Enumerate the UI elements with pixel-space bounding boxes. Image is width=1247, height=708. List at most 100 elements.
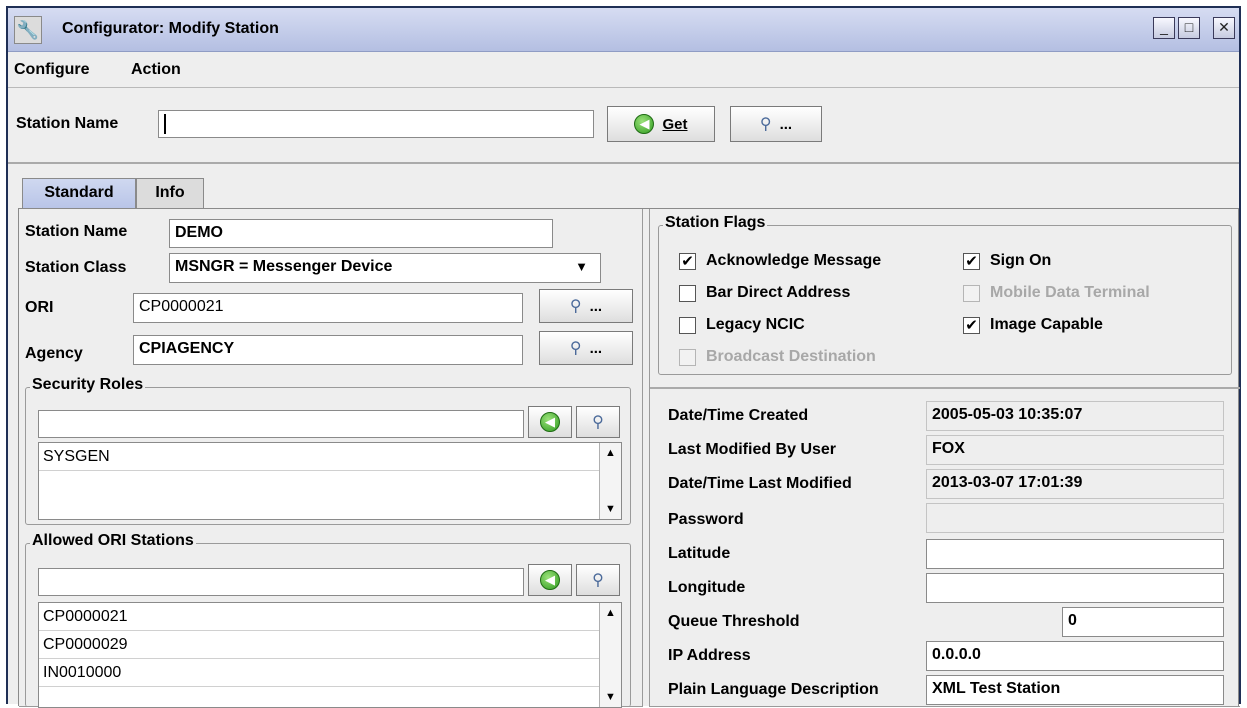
window-title: Configurator: Modify Station — [62, 20, 279, 37]
agency-lookup-button[interactable]: ⚲ ... — [539, 331, 633, 365]
date-created-value: 2005-05-03 10:35:07 — [926, 401, 1224, 431]
allowed-ori-stations-group: Allowed ORI Stations ◀ ⚲ CP0000021 CP000… — [25, 532, 631, 708]
sign-on-checkbox[interactable]: ✔ Sign On — [963, 252, 1051, 270]
password-field — [926, 503, 1224, 533]
longitude-label: Longitude — [668, 579, 746, 596]
tab-info[interactable]: Info — [136, 178, 204, 208]
lookup-button-label: ... — [589, 297, 603, 315]
add-allowed-ori-button[interactable]: ◀ — [528, 564, 572, 596]
binoculars-icon: ⚲ — [592, 414, 604, 431]
last-modified-by-value: FOX — [926, 435, 1224, 465]
security-roles-title: Security Roles — [30, 376, 146, 394]
station-name-label: Station Name — [16, 115, 119, 132]
station-name-search-input[interactable] — [158, 110, 594, 138]
lookup-button-label: ... — [589, 339, 603, 357]
ip-address-label: IP Address — [668, 647, 751, 664]
station-name-field[interactable]: DEMO — [169, 219, 553, 248]
left-pane: Station Name DEMO Station Class MSNGR = … — [19, 209, 643, 708]
checkmark-icon: ✔ — [963, 252, 980, 270]
allowed-ori-list[interactable]: CP0000021 CP0000029 IN0010000 ▲ ▼ — [38, 602, 622, 708]
standard-tab-panel: Station Name DEMO Station Class MSNGR = … — [18, 208, 1240, 708]
scroll-down-icon[interactable]: ▼ — [600, 691, 621, 703]
maximize-icon[interactable]: □ — [1178, 17, 1200, 39]
list-item[interactable]: CP0000029 — [39, 631, 599, 659]
list-item[interactable]: IN0010000 — [39, 659, 599, 687]
security-roles-scrollbar[interactable]: ▲ ▼ — [599, 443, 621, 519]
scroll-up-icon[interactable]: ▲ — [600, 607, 621, 619]
station-name-field-label: Station Name — [25, 223, 128, 240]
add-security-role-button[interactable]: ◀ — [528, 406, 572, 438]
menu-configure[interactable]: Configure — [14, 61, 90, 79]
section-divider — [650, 387, 1240, 389]
security-roles-list[interactable]: SYSGEN ▲ ▼ — [38, 442, 622, 520]
binoculars-icon: ⚲ — [592, 572, 604, 589]
station-class-label: Station Class — [25, 259, 127, 276]
image-capable-label: Image Capable — [990, 316, 1103, 333]
description-label: Plain Language Description — [668, 681, 879, 698]
station-class-select[interactable]: MSNGR = Messenger Device ▼ — [169, 253, 601, 283]
checkbox-empty — [963, 284, 980, 302]
title-bar[interactable]: 🔧 Configurator: Modify Station _ □ ✕ — [8, 8, 1239, 52]
latitude-field[interactable] — [926, 539, 1224, 569]
tab-standard[interactable]: Standard — [22, 178, 136, 208]
checkmark-icon: ✔ — [679, 252, 696, 270]
security-role-input[interactable] — [38, 410, 524, 438]
longitude-field[interactable] — [926, 573, 1224, 603]
broadcast-destination-checkbox: Broadcast Destination — [679, 348, 876, 366]
station-class-value: MSNGR = Messenger Device — [175, 258, 393, 275]
latitude-label: Latitude — [668, 545, 731, 562]
lookup-security-role-button[interactable]: ⚲ — [576, 406, 620, 438]
menu-action[interactable]: Action — [131, 61, 181, 79]
scroll-up-icon[interactable]: ▲ — [600, 447, 621, 459]
acknowledge-message-label: Acknowledge Message — [706, 252, 882, 269]
scroll-down-icon[interactable]: ▼ — [600, 503, 621, 515]
password-label: Password — [668, 511, 744, 528]
bar-direct-address-checkbox[interactable]: Bar Direct Address — [679, 284, 850, 302]
lookup-button-label: ... — [779, 115, 793, 133]
queue-threshold-label: Queue Threshold — [668, 613, 800, 630]
checkmark-icon: ✔ — [963, 316, 980, 334]
get-button[interactable]: ◀ Get — [607, 106, 715, 142]
list-item[interactable]: CP0000021 — [39, 603, 599, 631]
right-pane: Station Flags ✔ Acknowledge Message ✔ Si… — [649, 209, 1240, 707]
last-modified-by-label: Last Modified By User — [668, 441, 837, 458]
wrench-icon: 🔧 — [14, 16, 42, 44]
sign-on-label: Sign On — [990, 252, 1052, 269]
allowed-ori-input[interactable] — [38, 568, 524, 596]
station-flags-title: Station Flags — [663, 214, 768, 232]
station-lookup-button[interactable]: ⚲ ... — [730, 106, 822, 142]
allowed-ori-scrollbar[interactable]: ▲ ▼ — [599, 603, 621, 707]
description-field[interactable]: XML Test Station — [926, 675, 1224, 705]
date-last-modified-value: 2013-03-07 17:01:39 — [926, 469, 1224, 499]
ip-address-field[interactable]: 0.0.0.0 — [926, 641, 1224, 671]
image-capable-checkbox[interactable]: ✔ Image Capable — [963, 316, 1103, 334]
binoculars-icon: ⚲ — [569, 298, 582, 315]
date-created-label: Date/Time Created — [668, 407, 809, 424]
broadcast-destination-label: Broadcast Destination — [706, 348, 876, 365]
ori-lookup-button[interactable]: ⚲ ... — [539, 289, 633, 323]
close-icon[interactable]: ✕ — [1213, 17, 1235, 39]
binoculars-icon: ⚲ — [759, 116, 772, 133]
agency-label: Agency — [25, 345, 83, 362]
mobile-data-terminal-checkbox: Mobile Data Terminal — [963, 284, 1150, 302]
legacy-ncic-checkbox[interactable]: Legacy NCIC — [679, 316, 805, 334]
checkbox-empty — [679, 284, 696, 302]
text-caret — [164, 113, 166, 134]
checkbox-empty — [679, 316, 696, 334]
menu-bar: Configure Action — [8, 52, 1239, 88]
add-arrow-icon: ◀ — [540, 570, 560, 590]
get-button-label: Get — [662, 115, 688, 133]
station-lookup-toolbar: Station Name ◀ Get ⚲ ... — [8, 88, 1239, 164]
agency-field[interactable]: CPIAGENCY — [133, 335, 523, 365]
queue-threshold-field[interactable]: 0 — [1062, 607, 1224, 637]
ori-field[interactable]: CP0000021 — [133, 293, 523, 323]
mobile-data-terminal-label: Mobile Data Terminal — [990, 284, 1150, 301]
acknowledge-message-checkbox[interactable]: ✔ Acknowledge Message — [679, 252, 881, 270]
list-item[interactable]: SYSGEN — [39, 443, 599, 471]
security-roles-group: Security Roles ◀ ⚲ SYSGEN ▲ ▼ — [25, 376, 631, 525]
binoculars-icon: ⚲ — [569, 340, 582, 357]
minimize-icon[interactable]: _ — [1153, 17, 1175, 39]
legacy-ncic-label: Legacy NCIC — [706, 316, 805, 333]
lookup-allowed-ori-button[interactable]: ⚲ — [576, 564, 620, 596]
checkbox-empty — [679, 348, 696, 366]
